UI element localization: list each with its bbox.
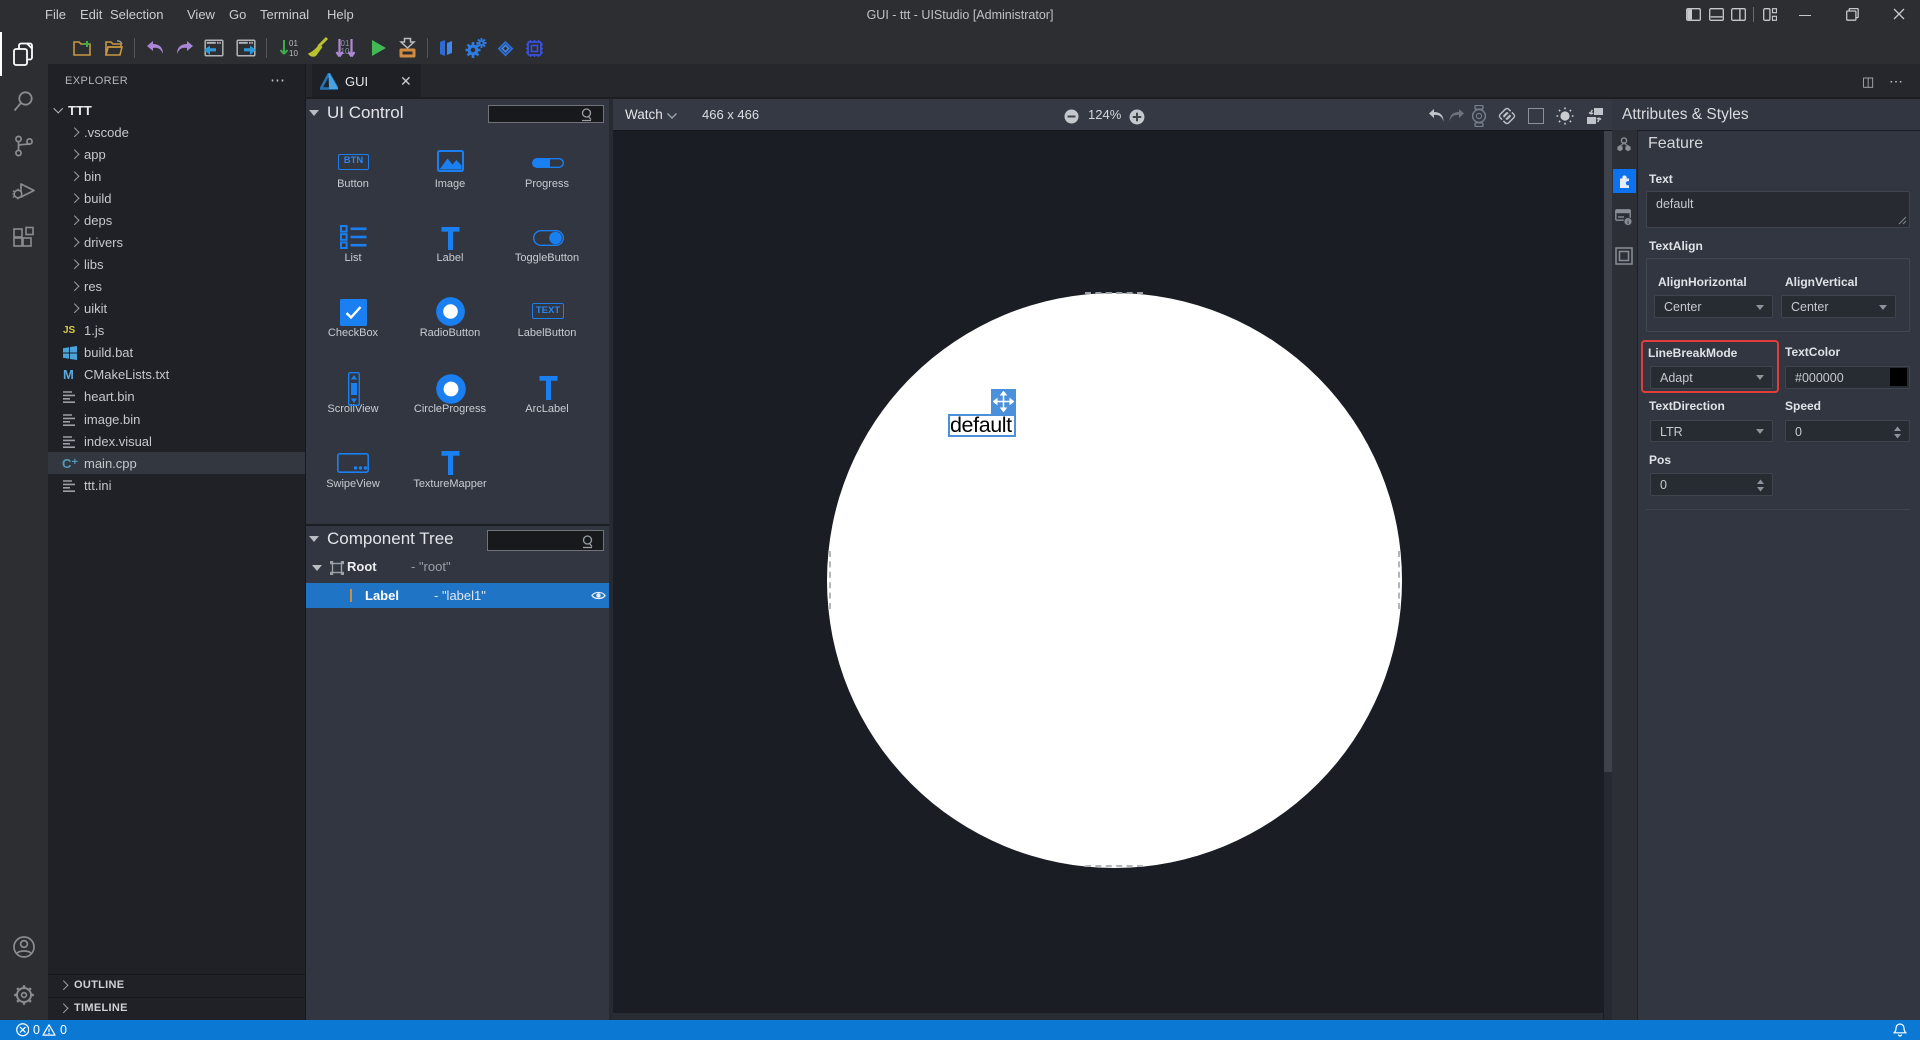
svg-text:01: 01: [289, 39, 298, 48]
svg-text:10: 10: [289, 49, 298, 58]
svg-text:i: i: [1627, 219, 1629, 226]
